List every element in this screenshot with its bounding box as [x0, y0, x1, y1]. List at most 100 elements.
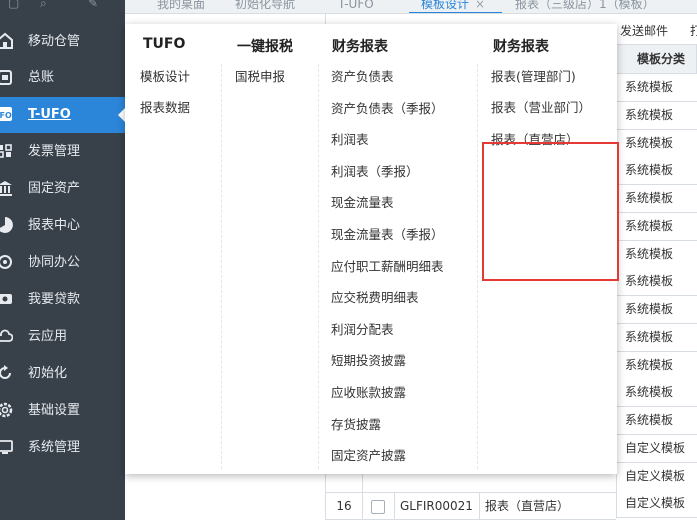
template-type-cell: 系统模板 [616, 212, 697, 241]
menu-item-financial-report[interactable]: 固定资产披露 [331, 448, 406, 464]
table-row[interactable]: 16 GLFIR00021 报表（直营店） [326, 492, 616, 520]
svg-text:FO: FO [0, 111, 12, 120]
menu-item-financial-report[interactable]: 现金流量表（季报） [331, 227, 444, 243]
template-type-cell: 自定义模板 [616, 462, 697, 491]
template-type-cell: 系统模板 [616, 268, 697, 297]
tab-strip: 我的桌面 初始化导航 T-UFO 模板设计 × 报表（三级店）1（模板） [125, 0, 697, 14]
sidebar: ▢ ⌕ ✎ 移动仓管 总账 FO T-UFO 发票管理 固定资产 报表中心 协同… [0, 0, 126, 520]
menu-item-financial-report[interactable]: 利润表 [331, 132, 369, 148]
sidebar-item-label: 基础设置 [28, 403, 81, 418]
cloud-icon [0, 327, 14, 345]
template-type-cell: 系统模板 [616, 240, 697, 269]
collab-icon [0, 253, 13, 271]
sidebar-item-label: 我要贷款 [28, 292, 81, 307]
template-type-cell: 系统模板 [616, 129, 697, 158]
toolbar: 发送邮件 打 [612, 14, 697, 46]
column-divider [318, 64, 319, 469]
settings-icon [0, 401, 13, 419]
sidebar-item-basic-settings[interactable]: 基础设置 [0, 393, 125, 429]
warehouse-icon [0, 32, 13, 50]
toolbar-button-partial[interactable]: 打 [690, 22, 697, 39]
sidebar-item-label: 报表中心 [28, 218, 81, 233]
send-mail-button[interactable]: 发送邮件 [620, 22, 668, 39]
menu-item-financial-report[interactable]: 应收账款披露 [331, 385, 406, 401]
template-type-cell: 系统模板 [616, 323, 697, 352]
init-icon [0, 364, 13, 382]
column-header-template-type[interactable]: 模板分类 [616, 44, 697, 74]
template-type-cell: 自定义模板 [616, 434, 697, 463]
template-type-cell: 系统模板 [616, 101, 697, 130]
menu-column-title-financial: 财务报表 [332, 39, 388, 55]
menu-item-financial-report[interactable]: 现金流量表 [331, 195, 394, 211]
column-divider [394, 493, 395, 520]
ledger-icon [0, 68, 13, 86]
sidebar-top-icons: ▢ ⌕ ✎ [0, 0, 125, 14]
template-name: 报表（直营店） [485, 499, 570, 513]
close-icon[interactable]: × [475, 0, 485, 11]
sidebar-item-label: 总账 [28, 70, 55, 85]
search-icon[interactable]: ⌕ [40, 0, 47, 11]
sidebar-item-collab[interactable]: 协同办公 [0, 245, 125, 281]
tab-template-design-label: 模板设计 [421, 0, 470, 11]
sidebar-item-label: 初始化 [28, 366, 68, 381]
column-divider [479, 493, 480, 520]
tab-my-desktop[interactable]: 我的桌面 [157, 0, 205, 13]
ufo-icon: FO [0, 105, 13, 123]
menu-item-financial-report[interactable]: 应交税费明细表 [331, 290, 419, 306]
invoice-icon [0, 142, 13, 160]
menu-column-title-financial-2: 财务报表 [493, 39, 549, 55]
template-type-cell: 系统模板 [616, 407, 697, 435]
tab-t-ufo[interactable]: T-UFO [338, 0, 374, 13]
menu-item-template-design[interactable]: 模板设计 [140, 69, 190, 85]
system-icon [0, 438, 13, 456]
sidebar-item-mobile-warehouse[interactable]: 移动仓管 [0, 24, 125, 60]
template-type-cell: 自定义模板 [616, 490, 697, 519]
template-type-cell: 系统模板 [616, 185, 697, 213]
template-type-cell: 系统模板 [616, 157, 697, 186]
highlight-box [482, 142, 619, 281]
menu-item-financial-report[interactable]: 利润分配表 [331, 322, 394, 338]
template-type-cell: 系统模板 [616, 74, 697, 102]
sidebar-item-label: 发票管理 [28, 144, 81, 159]
note-icon[interactable]: ✎ [88, 0, 98, 10]
sidebar-item-invoice[interactable]: 发票管理 [0, 134, 125, 170]
sidebar-item-label: 固定资产 [28, 181, 81, 196]
sidebar-item-label: 协同办公 [28, 255, 81, 270]
sidebar-item-general-ledger[interactable]: 总账 [0, 60, 125, 96]
sidebar-item-fixed-assets[interactable]: 固定资产 [0, 171, 125, 207]
menu-item-financial-report[interactable]: 利润表（季报） [331, 164, 419, 180]
template-type-cell: 系统模板 [616, 379, 697, 408]
menu-item-financial-report[interactable]: 资产负债表 [331, 69, 394, 85]
home-icon[interactable]: ▢ [8, 0, 19, 10]
row-number: 16 [326, 493, 363, 520]
template-type-cell: 系统模板 [616, 296, 697, 324]
report-icon [0, 216, 13, 234]
row-checkbox[interactable] [371, 500, 385, 514]
sidebar-item-report-center[interactable]: 报表中心 [0, 208, 125, 244]
menu-item-financial-report[interactable]: 应付职工薪酬明细表 [331, 259, 444, 275]
menu-column-title-tufo: TUFO [143, 36, 186, 52]
sidebar-item-label: T-UFO [28, 107, 71, 122]
tab-report-template[interactable]: 报表（三级店）1（模板） [515, 0, 655, 13]
template-code: GLFIR00021 [400, 499, 473, 513]
menu-item-financial-report[interactable]: 短期投资披露 [331, 353, 406, 369]
menu-column-title-tax: 一键报税 [237, 39, 293, 55]
sidebar-item-cloud-app[interactable]: 云应用 [0, 319, 125, 355]
sidebar-item-label: 系统管理 [28, 440, 81, 455]
asset-icon [0, 179, 13, 197]
sidebar-item-loan[interactable]: 我要贷款 [0, 282, 125, 318]
menu-item-report-mgmt[interactable]: 报表(管理部门) [491, 69, 576, 85]
tab-init-nav[interactable]: 初始化导航 [235, 0, 295, 13]
sidebar-item-label: 移动仓管 [28, 34, 81, 49]
template-type-cell: 系统模板 [616, 351, 697, 380]
sidebar-item-system-admin[interactable]: 系统管理 [0, 430, 125, 466]
menu-item-national-tax[interactable]: 国税申报 [235, 69, 285, 85]
menu-item-financial-report[interactable]: 资产负债表（季报） [331, 101, 444, 117]
loan-icon [0, 290, 13, 308]
sidebar-item-t-ufo[interactable]: FO T-UFO [0, 97, 126, 133]
column-divider [221, 64, 222, 469]
menu-item-report-data[interactable]: 报表数据 [140, 100, 190, 116]
menu-item-report-business[interactable]: 报表（营业部门） [491, 100, 591, 116]
menu-item-financial-report[interactable]: 存货披露 [331, 417, 381, 433]
sidebar-item-init[interactable]: 初始化 [0, 356, 125, 392]
